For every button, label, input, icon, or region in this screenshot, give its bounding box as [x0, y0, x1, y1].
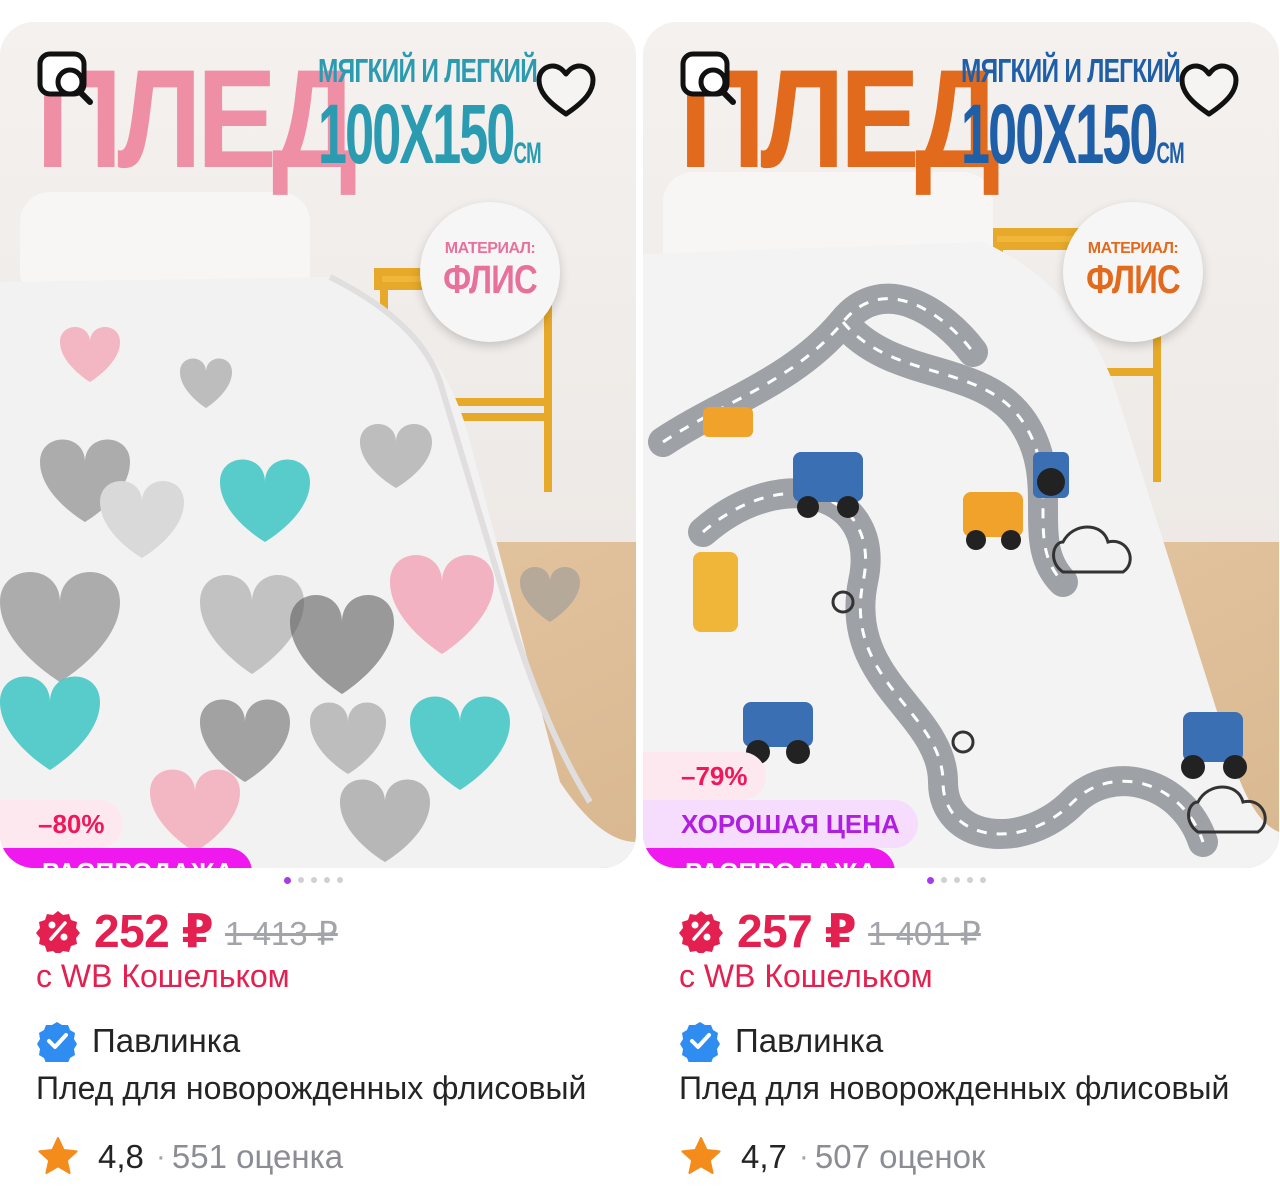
reviews-count[interactable]: 507 оценок	[815, 1138, 985, 1176]
badges: –79% ХОРОШАЯ ЦЕНА РАСПРОДАЖА	[643, 22, 1279, 868]
favorite-button[interactable]	[1173, 56, 1245, 124]
search-by-image-button[interactable]	[30, 42, 102, 114]
wallet-discount-icon	[36, 909, 80, 953]
wallet-note: с WB Кошельком	[36, 958, 290, 994]
product-grid: ПЛЕД МЯГКИЙ И ЛЕГКИЙ 100Х150СМ МАТЕРИАЛ:…	[0, 0, 1280, 1190]
star-icon	[36, 1135, 80, 1179]
star-icon	[679, 1135, 723, 1179]
pager-dot	[941, 877, 947, 883]
rating-row: 4,7 · 507 оценок	[679, 1132, 985, 1182]
rating-value: 4,8	[98, 1138, 144, 1175]
rating-row: 4,8 · 551 оценка	[36, 1132, 343, 1182]
sale-badge: РАСПРОДАЖА	[643, 848, 896, 868]
brand-row[interactable]: Павлинка	[36, 1018, 240, 1064]
image-pager-dots	[927, 874, 986, 886]
rating-value: 4,7	[741, 1138, 787, 1175]
rating-separator: ·	[155, 1140, 166, 1173]
wallet-note: с WB Кошельком	[679, 958, 933, 994]
pager-dot	[284, 876, 291, 884]
heart-outline-icon	[536, 63, 596, 117]
pager-dot	[967, 877, 973, 883]
product-title[interactable]: Плед для новорожденных флисовый	[679, 1070, 1251, 1107]
current-price: 257 ₽	[737, 905, 857, 957]
price-row: 257 ₽ 1 401 ₽	[679, 900, 981, 962]
brand-row[interactable]: Павлинка	[679, 1018, 883, 1064]
badges: –80% РАСПРОДАЖА	[0, 22, 636, 868]
old-price: 1 401 ₽	[868, 914, 981, 952]
discount-badge: –79%	[643, 752, 766, 800]
current-price: 252 ₽	[94, 905, 214, 957]
pager-dot	[980, 877, 986, 883]
image-search-icon	[680, 51, 736, 105]
product-photo[interactable]: ПЛЕД МЯГКИЙ И ЛЕГКИЙ 100Х150СМ МАТЕРИАЛ:…	[0, 22, 636, 868]
brand-name: Павлинка	[735, 1022, 884, 1059]
product-card[interactable]: ПЛЕД МЯГКИЙ И ЛЕГКИЙ 100Х150СМ МАТЕРИАЛ:…	[0, 0, 640, 1190]
old-price: 1 413 ₽	[225, 914, 338, 952]
pager-dot	[337, 877, 343, 883]
pager-dot	[954, 877, 960, 883]
favorite-button[interactable]	[530, 56, 602, 124]
product-photo[interactable]: ПЛЕД МЯГКИЙ И ЛЕГКИЙ 100Х150СМ МАТЕРИАЛ:…	[643, 22, 1279, 868]
reviews-count[interactable]: 551 оценка	[172, 1138, 343, 1176]
pager-dot	[324, 877, 330, 883]
pager-dot	[927, 876, 934, 884]
image-pager-dots	[284, 874, 343, 886]
product-card[interactable]: ПЛЕД МЯГКИЙ И ЛЕГКИЙ 100Х150СМ МАТЕРИАЛ:…	[643, 0, 1280, 1190]
rating-separator: ·	[798, 1140, 809, 1173]
product-title[interactable]: Плед для новорожденных флисовый	[36, 1070, 608, 1107]
verified-check-icon	[36, 1020, 78, 1062]
good-price-badge: ХОРОШАЯ ЦЕНА	[643, 800, 918, 848]
heart-outline-icon	[1179, 63, 1239, 117]
image-search-icon	[37, 51, 93, 105]
discount-badge: –80%	[0, 800, 123, 848]
pager-dot	[311, 877, 317, 883]
verified-check-icon	[679, 1020, 721, 1062]
price-row: 252 ₽ 1 413 ₽	[36, 900, 338, 962]
pager-dot	[298, 877, 304, 883]
search-by-image-button[interactable]	[673, 42, 745, 114]
brand-name: Павлинка	[92, 1022, 241, 1059]
sale-badge: РАСПРОДАЖА	[0, 848, 253, 868]
wallet-discount-icon	[679, 909, 723, 953]
